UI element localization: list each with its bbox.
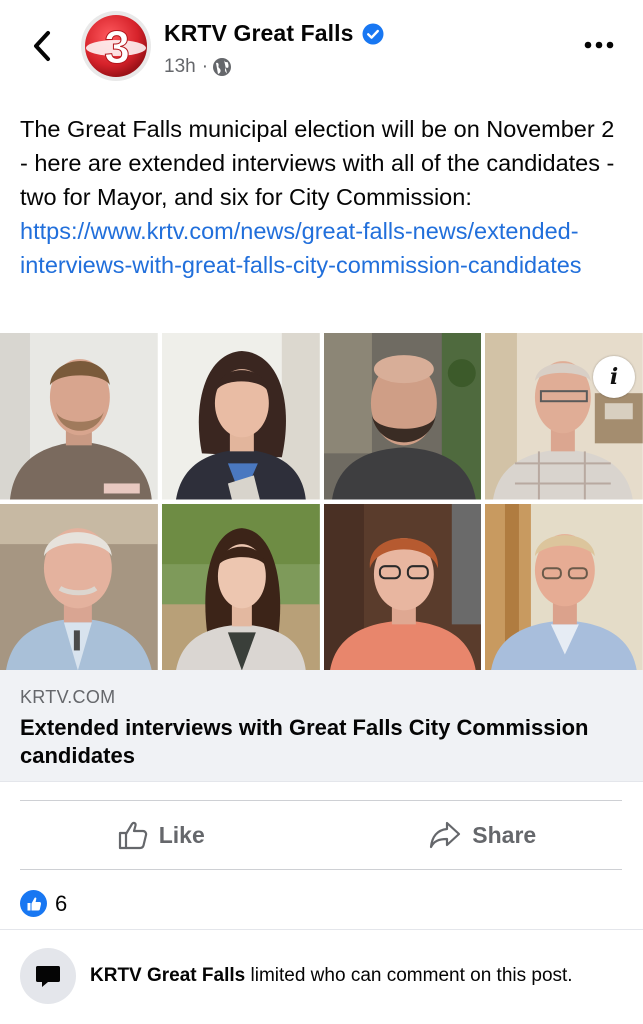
post-meta: 13h · [164, 56, 232, 78]
candidate-photo-1[interactable] [0, 333, 158, 500]
post-header: 3 KRTV Great Falls 13h · [0, 0, 643, 100]
post-body: The Great Falls municipal election will … [20, 116, 615, 210]
post-actions: Like Share [0, 801, 643, 869]
chevron-left-icon [34, 31, 50, 61]
comment-notice-text: KRTV Great Falls limited who can comment… [90, 965, 573, 987]
page-name[interactable]: KRTV Great Falls [164, 20, 384, 47]
post-link[interactable]: https://www.krtv.com/news/great-falls-ne… [20, 218, 582, 278]
comment-restriction-notice: KRTV Great Falls limited who can comment… [20, 948, 573, 1004]
media-grid[interactable] [0, 333, 643, 670]
comments-divider [0, 929, 643, 930]
back-button[interactable] [24, 26, 60, 66]
link-domain: KRTV.COM [20, 687, 116, 707]
meta-separator: · [201, 56, 209, 77]
candidate-photo-3[interactable] [323, 333, 482, 500]
link-title: Extended interviews with Great Falls Cit… [20, 715, 589, 768]
reactions-summary[interactable]: 6 [20, 890, 67, 917]
share-label: Share [472, 821, 537, 848]
share-icon [430, 821, 461, 849]
svg-text:3: 3 [104, 21, 130, 73]
notice-page-name[interactable]: KRTV Great Falls [90, 965, 245, 986]
more-horizontal-icon [584, 41, 614, 49]
verified-badge-icon [362, 23, 383, 44]
link-preview-card[interactable]: KRTV.COM Extended interviews with Great … [0, 670, 643, 782]
like-reaction-icon [20, 890, 47, 917]
post-text: The Great Falls municipal election will … [20, 112, 626, 282]
notice-message: limited who can comment on this post. [245, 965, 573, 986]
page-name-label[interactable]: KRTV Great Falls [164, 20, 354, 47]
post-time[interactable]: 13h [164, 56, 196, 78]
actions-divider-bottom [20, 869, 622, 870]
candidate-photo-5[interactable] [0, 503, 158, 670]
like-icon [118, 821, 147, 850]
reaction-count: 6 [55, 890, 68, 916]
page-avatar[interactable]: 3 [80, 10, 152, 82]
candidate-photo-8[interactable] [485, 503, 643, 670]
globe-icon [213, 58, 232, 76]
info-icon: i [609, 364, 619, 390]
candidate-photo-2[interactable] [161, 333, 320, 500]
share-button[interactable]: Share [322, 801, 643, 869]
info-button[interactable]: i [593, 356, 635, 398]
like-button[interactable]: Like [0, 801, 322, 869]
like-label: Like [158, 821, 205, 848]
candidate-photo-6[interactable] [161, 503, 320, 670]
comment-restricted-icon [20, 948, 76, 1004]
more-options-button[interactable] [579, 30, 619, 60]
candidate-photo-7[interactable] [323, 503, 482, 670]
